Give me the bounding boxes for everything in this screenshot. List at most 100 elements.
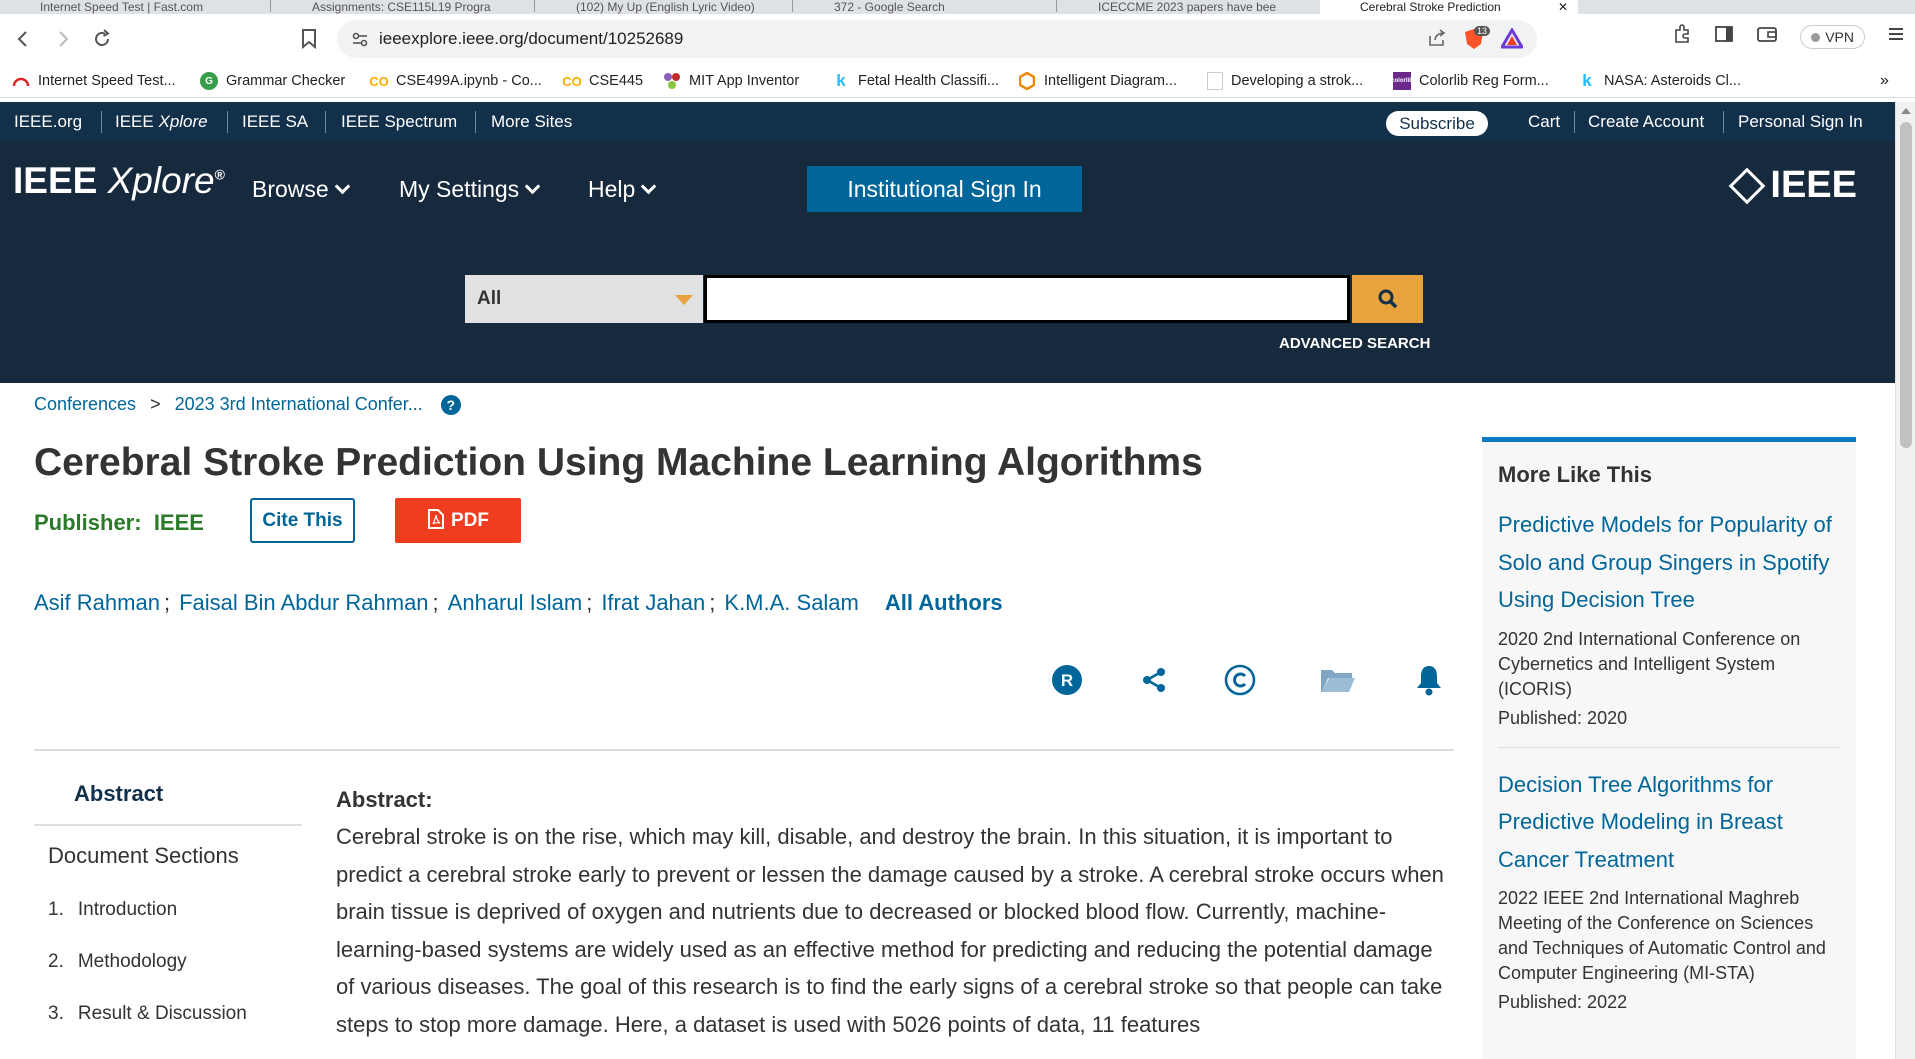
scrollbar-thumb[interactable] <box>1900 122 1912 448</box>
more-sites-link[interactable]: More Sites <box>491 112 572 132</box>
help-menu[interactable]: Help <box>588 176 657 203</box>
all-authors-link[interactable]: All Authors <box>885 590 1003 616</box>
nav-section-item[interactable]: 2. Methodology <box>34 951 302 973</box>
vpn-button[interactable]: VPN <box>1800 24 1865 49</box>
search-icon <box>1378 289 1397 309</box>
pdf-icon <box>428 509 444 529</box>
related-article-published: Published: 2022 <box>1498 992 1628 1012</box>
scroll-up-icon[interactable] <box>1901 108 1911 114</box>
subscribe-button[interactable]: Subscribe <box>1386 111 1488 136</box>
chevron-down-icon <box>524 178 541 195</box>
forward-icon[interactable] <box>44 20 82 58</box>
reload-icon[interactable] <box>83 20 121 58</box>
bookmark-item[interactable]: G Grammar Checker <box>200 72 345 90</box>
bell-icon[interactable] <box>1412 663 1446 697</box>
browse-menu[interactable]: Browse <box>252 176 350 203</box>
my-settings-menu[interactable]: My Settings <box>399 176 541 203</box>
extensions-icon[interactable] <box>1672 24 1692 49</box>
brave-rewards-icon[interactable] <box>1499 27 1525 55</box>
colab-icon: CO <box>369 73 389 89</box>
bookmark-item[interactable]: CO CSE445 <box>562 72 643 90</box>
nav-section-item[interactable]: 3. Result & Discussion <box>34 1003 302 1025</box>
bookmark-icon[interactable] <box>290 20 328 58</box>
nav-abstract[interactable]: Abstract <box>34 781 302 826</box>
nav-section-item[interactable]: 1. Introduction <box>34 899 302 921</box>
cite-this-button[interactable]: Cite This <box>250 498 355 543</box>
ieee-xplore-link[interactable]: IEEE Xplore <box>115 112 208 132</box>
create-account-link[interactable]: Create Account <box>1588 112 1704 132</box>
ieee-logo[interactable]: IEEE <box>1729 164 1857 207</box>
tab-label: Internet Speed Test | Fast.com <box>40 0 203 14</box>
search-input[interactable] <box>704 275 1350 323</box>
breadcrumb: Conferences > 2023 3rd International Con… <box>34 394 461 415</box>
bookmark-item[interactable]: colorlib Colorlib Reg Form... <box>1391 72 1549 90</box>
url-bar[interactable]: ieeexplore.ieee.org/document/10252689 13 <box>337 20 1537 58</box>
advanced-search-link[interactable]: ADVANCED SEARCH <box>1279 335 1430 352</box>
share-page-icon[interactable] <box>1427 28 1447 55</box>
folder-icon[interactable] <box>1318 663 1358 697</box>
related-article-link[interactable]: Predictive Models for Popularity of Solo… <box>1498 506 1840 619</box>
back-icon[interactable] <box>4 20 42 58</box>
menu-icon[interactable] <box>1887 25 1905 48</box>
abstract-text: Cerebral stroke is on the rise, which ma… <box>336 824 1444 1037</box>
bookmark-item[interactable]: Developing a strok... <box>1207 72 1363 90</box>
breadcrumb-conferences[interactable]: Conferences <box>34 394 136 415</box>
shield-count-badge: 13 <box>1474 26 1491 36</box>
page-scrollbar[interactable] <box>1895 102 1915 1059</box>
browser-tab[interactable]: ICECCME 2023 papers have bee <box>1058 0 1320 14</box>
search-scope-select[interactable]: All <box>465 275 703 323</box>
chevron-down-icon <box>641 178 657 195</box>
bookmark-item[interactable]: k Fetal Health Classifi... <box>832 71 999 90</box>
more-bookmarks-button[interactable]: » <box>1880 72 1889 90</box>
author-link[interactable]: K.M.A. Salam <box>724 590 858 616</box>
colab-icon: CO <box>562 73 582 89</box>
ieee-spectrum-link[interactable]: IEEE Spectrum <box>341 112 457 132</box>
author-link[interactable]: Anharul Islam <box>448 590 583 616</box>
browser-tab[interactable]: Assignments: CSE115L19 Progra <box>272 0 534 14</box>
share-icon[interactable] <box>1137 663 1171 697</box>
search-bar: All <box>465 275 1423 323</box>
ieee-xplore-logo[interactable]: IEEE Xplore® <box>13 160 225 202</box>
bookmark-item[interactable]: Internet Speed Test... <box>12 72 176 90</box>
pdf-button[interactable]: PDF <box>395 498 521 543</box>
site-info-icon[interactable] <box>351 30 369 53</box>
browser-tab[interactable]: (102) My Up (English Lyric Video) <box>536 0 792 14</box>
brave-shield-icon[interactable]: 13 <box>1463 26 1491 55</box>
browser-tab-active[interactable]: Cerebral Stroke Prediction ✕ <box>1320 0 1578 14</box>
author-list: Asif Rahman; Faisal Bin Abdur Rahman; An… <box>34 590 1003 616</box>
institutional-sign-in-button[interactable]: Institutional Sign In <box>807 166 1082 212</box>
personal-sign-in-link[interactable]: Personal Sign In <box>1738 112 1863 132</box>
ieee-sa-link[interactable]: IEEE SA <box>242 112 308 132</box>
bookmark-item[interactable]: k NASA: Asteroids Cl... <box>1578 71 1741 90</box>
rights-icon[interactable]: R <box>1050 663 1084 697</box>
author-link[interactable]: Ifrat Jahan <box>601 590 705 616</box>
breadcrumb-conference[interactable]: 2023 3rd International Confer... <box>175 394 423 415</box>
dropdown-arrow-icon <box>675 295 693 305</box>
author-link[interactable]: Asif Rahman <box>34 590 160 616</box>
bookmark-item[interactable]: Intelligent Diagram... <box>1018 72 1177 90</box>
ieee-diamond-icon <box>1729 167 1766 204</box>
browser-tab[interactable]: 372 - Google Search <box>794 0 1056 14</box>
wallet-icon[interactable] <box>1756 24 1778 49</box>
search-button[interactable] <box>1352 275 1423 323</box>
ieee-header: IEEE Xplore® Browse My Settings Help Ins… <box>0 142 1895 383</box>
tab-label: Cerebral Stroke Prediction <box>1360 0 1501 14</box>
ieee-top-bar: IEEE.org IEEE Xplore IEEE SA IEEE Spectr… <box>0 102 1895 142</box>
browser-tab[interactable]: Internet Speed Test | Fast.com <box>0 0 270 14</box>
publisher: Publisher: IEEE <box>34 510 204 535</box>
help-icon[interactable]: ? <box>440 394 461 415</box>
kaggle-icon: k <box>836 71 846 90</box>
bookmark-item[interactable]: MIT App Inventor <box>663 72 799 90</box>
close-tab-icon[interactable]: ✕ <box>1558 0 1568 14</box>
bookmark-item[interactable]: CO CSE499A.ipynb - Co... <box>369 72 542 90</box>
author-link[interactable]: Faisal Bin Abdur Rahman <box>179 590 428 616</box>
ieee-org-link[interactable]: IEEE.org <box>14 112 82 132</box>
related-article-link[interactable]: Decision Tree Algorithms for Predictive … <box>1498 766 1840 879</box>
url-text: ieeexplore.ieee.org/document/10252689 <box>379 29 684 48</box>
sidebar-icon[interactable] <box>1714 24 1734 49</box>
cart-link[interactable]: Cart <box>1528 112 1560 132</box>
grammar-icon: G <box>200 72 218 90</box>
diagram-icon <box>1018 72 1036 90</box>
tab-label: (102) My Up (English Lyric Video) <box>576 0 755 14</box>
copyright-icon[interactable] <box>1223 663 1257 697</box>
